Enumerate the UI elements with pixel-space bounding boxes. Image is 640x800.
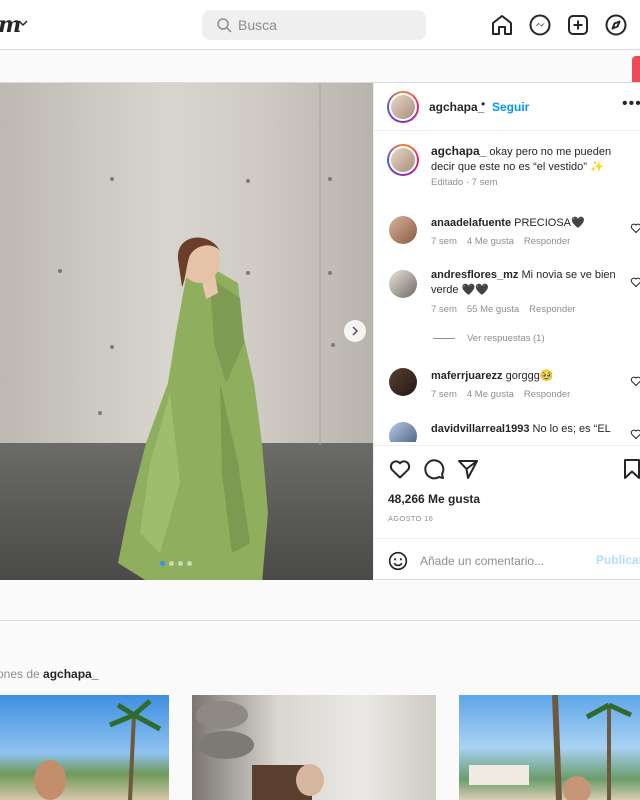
- palm-trees-graphic: [34, 699, 162, 800]
- top-navigation-bar: m: [0, 0, 640, 50]
- palm-trees-graphic: [469, 695, 633, 800]
- likes-count[interactable]: 48,266 Me gusta: [388, 492, 480, 506]
- page-spacer: [0, 50, 640, 82]
- author-avatar[interactable]: [387, 144, 419, 176]
- comment-username[interactable]: anaadelafuente: [431, 217, 511, 229]
- follow-button[interactable]: Seguir: [492, 100, 529, 114]
- comment-meta: 7 sem 55 Me gusta Responder: [431, 304, 576, 315]
- action-icons: [388, 457, 480, 481]
- post-card: agchapa_ • Seguir ••• agchapa_ okay pero…: [0, 82, 640, 580]
- carousel-dot: [187, 561, 192, 566]
- search-box[interactable]: [202, 10, 426, 40]
- emoji-icon[interactable]: [388, 551, 408, 571]
- comment-text: maferrjuarezz gorggg🥹: [431, 369, 621, 384]
- commenter-avatar[interactable]: [389, 270, 417, 298]
- post-photo[interactable]: [0, 83, 373, 580]
- carousel-next-button[interactable]: [344, 320, 366, 342]
- author-username[interactable]: agchapa_: [429, 100, 484, 114]
- comment-body: No lo es; es “EL: [532, 423, 611, 435]
- carousel-dot: [178, 561, 183, 566]
- comment-time: 7 sem: [431, 304, 457, 315]
- reply-button[interactable]: Responder: [524, 236, 570, 247]
- comment-meta: 7 sem 4 Me gusta Responder: [431, 389, 570, 400]
- comment-body: PRECIOSA🖤: [514, 217, 585, 229]
- replies-line: [433, 338, 455, 339]
- comment-meta: 7 sem 4 Me gusta Responder: [431, 236, 570, 247]
- carousel-indicator: [160, 561, 192, 566]
- more-posts-prefix: ones de: [0, 667, 40, 681]
- comment-username[interactable]: andresflores_mz: [431, 269, 518, 281]
- comment-icon[interactable]: [422, 457, 446, 481]
- home-icon[interactable]: [490, 13, 514, 37]
- photo-figure: [58, 83, 335, 580]
- stone-sculpture-graphic: [196, 701, 324, 800]
- bookmark-icon[interactable]: [620, 457, 640, 481]
- comment-item: maferrjuarezz gorggg🥹 7 sem 4 Me gusta R…: [374, 368, 640, 409]
- carousel-dot-active: [160, 561, 165, 566]
- like-comment-icon[interactable]: [630, 428, 640, 440]
- comment-likes[interactable]: 4 Me gusta: [467, 236, 514, 247]
- like-icon[interactable]: [388, 457, 412, 481]
- search-input[interactable]: [238, 10, 418, 40]
- add-comment-bar: Publicar: [374, 538, 640, 581]
- comment-username[interactable]: maferrjuarezz: [431, 370, 503, 382]
- search-icon: [217, 18, 232, 33]
- commenter-avatar[interactable]: [389, 422, 417, 442]
- author-avatar[interactable]: [387, 91, 419, 123]
- comment-text: davidvillarreal1993 No lo es; es “EL: [431, 422, 621, 437]
- comment-item: andresflores_mz Mi novia se ve bien verd…: [374, 268, 640, 348]
- view-replies-label: Ver respuestas (1): [467, 333, 545, 344]
- comment-item: davidvillarreal1993 No lo es; es “EL: [374, 422, 640, 442]
- comment-time: 7 sem: [431, 236, 457, 247]
- section-divider: [0, 620, 640, 621]
- more-posts-heading: ones de agchapa_: [0, 667, 98, 681]
- reply-button[interactable]: Responder: [529, 304, 575, 315]
- like-comment-icon[interactable]: [630, 375, 640, 387]
- reply-button[interactable]: Responder: [524, 389, 570, 400]
- nav-icons: [490, 13, 628, 37]
- profile-post-thumbnail[interactable]: [192, 695, 436, 800]
- chevron-down-icon[interactable]: [17, 17, 29, 29]
- post-actions: 48,266 Me gusta AGOSTO 16 Publicar: [374, 445, 640, 580]
- comments-list[interactable]: agchapa_ okay pero no me pueden decir qu…: [374, 132, 640, 442]
- post-sidebar: agchapa_ • Seguir ••• agchapa_ okay pero…: [373, 83, 640, 580]
- comment-body: gorggg🥹: [505, 370, 554, 382]
- comment-likes[interactable]: 4 Me gusta: [467, 389, 514, 400]
- more-options-icon[interactable]: •••: [622, 95, 640, 113]
- caption-meta: Editado · 7 sem: [431, 177, 498, 188]
- comment-input[interactable]: [420, 547, 590, 575]
- commenter-avatar[interactable]: [389, 368, 417, 396]
- profile-post-thumbnail[interactable]: [459, 695, 640, 800]
- new-post-icon[interactable]: [566, 13, 590, 37]
- view-replies-button[interactable]: Ver respuestas (1): [433, 333, 545, 344]
- more-posts-user[interactable]: agchapa_: [43, 667, 98, 681]
- comment-text: anaadelafuente PRECIOSA🖤: [431, 216, 621, 231]
- commenter-avatar[interactable]: [389, 216, 417, 244]
- publish-button[interactable]: Publicar: [596, 553, 640, 567]
- caption: agchapa_ okay pero no me pueden decir qu…: [374, 144, 640, 194]
- like-comment-icon[interactable]: [630, 276, 640, 288]
- explore-icon[interactable]: [604, 13, 628, 37]
- messenger-icon[interactable]: [528, 13, 552, 37]
- post-date[interactable]: AGOSTO 16: [388, 514, 433, 523]
- comment-item: anaadelafuente PRECIOSA🖤 7 sem 4 Me gust…: [374, 216, 640, 256]
- comment-time: 7 sem: [431, 389, 457, 400]
- separator-dot: •: [481, 97, 486, 111]
- post-header: agchapa_ • Seguir •••: [374, 83, 640, 131]
- comment-likes[interactable]: 55 Me gusta: [467, 304, 519, 315]
- carousel-dot: [169, 561, 174, 566]
- caption-username[interactable]: agchapa_: [431, 144, 486, 158]
- share-icon[interactable]: [456, 457, 480, 481]
- comment-username[interactable]: davidvillarreal1993: [431, 423, 529, 435]
- like-comment-icon[interactable]: [630, 222, 640, 234]
- caption-text: agchapa_ okay pero no me pueden decir qu…: [431, 144, 621, 175]
- chevron-right-icon: [352, 326, 359, 336]
- profile-post-thumbnail[interactable]: [0, 695, 169, 800]
- comment-text: andresflores_mz Mi novia se ve bien verd…: [431, 268, 621, 298]
